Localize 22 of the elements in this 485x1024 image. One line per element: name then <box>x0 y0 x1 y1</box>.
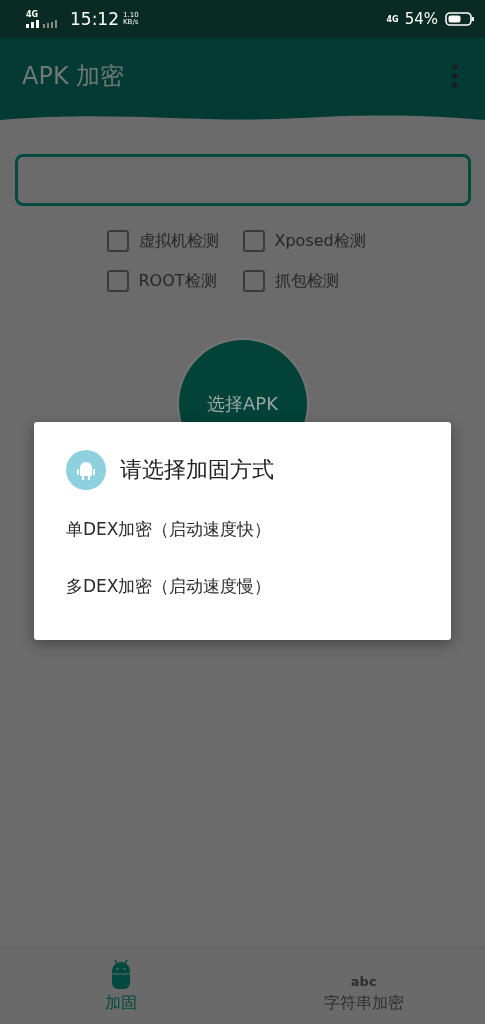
input-field[interactable] <box>14 154 471 206</box>
nav-tab[interactable]: abc 字符串加密 <box>242 948 485 1024</box>
checkbox[interactable] <box>106 230 129 252</box>
dialog-option[interactable]: 单DEX加密（启动速度快） <box>66 518 419 541</box>
checkbox-label: 虚拟机检测 <box>138 230 219 252</box>
checkbox-label: 抓包检测 <box>274 270 339 292</box>
dialog-option[interactable]: 多DEX加密（启动速度慢） <box>66 575 419 598</box>
abc-icon: abc <box>350 958 377 989</box>
more-icon[interactable] <box>451 64 459 88</box>
checkbox[interactable] <box>242 270 265 292</box>
battery-percent: 54% <box>404 10 438 28</box>
checkbox[interactable] <box>106 270 129 292</box>
network-type: 4G <box>26 10 40 19</box>
network-type: 4G <box>386 14 399 24</box>
battery-icon <box>445 12 475 26</box>
clock: 15:12 <box>70 9 119 29</box>
checkbox-label: ROOT检测 <box>138 270 217 292</box>
checkbox[interactable] <box>242 230 265 252</box>
android-icon <box>110 958 133 989</box>
android-icon <box>66 450 106 490</box>
app-title: APK 加密 <box>22 61 126 92</box>
checkbox-label: Xposed检测 <box>274 230 366 252</box>
